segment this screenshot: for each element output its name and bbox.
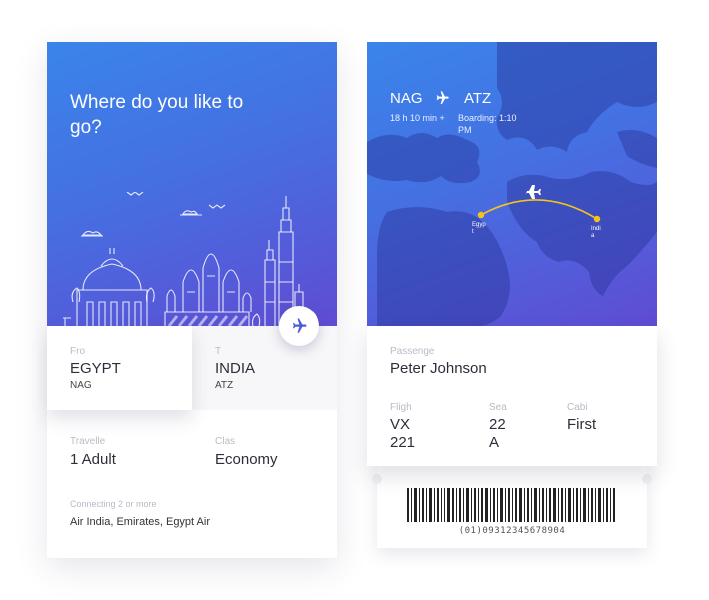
class-label: Clas (215, 436, 236, 447)
route-map: Egyp t Indi a NAG ATZ 18 h 10 min + Boar… (367, 42, 657, 326)
search-hero: Where do you like to go? (47, 42, 337, 326)
flight-label: Fligh (390, 402, 412, 413)
search-options: Travelle 1 Adult Clas Economy Connecting… (47, 410, 337, 558)
flight-search-card: Where do you like to go? Fro EGYPT NAG T… (47, 42, 337, 558)
map-destination-label: Indi a (591, 226, 601, 239)
passenger-name: Peter Johnson (390, 360, 487, 377)
world-map (367, 42, 657, 326)
barcode-number: (01)09312345678904 (458, 526, 566, 536)
passenger-details: Passenge Peter Johnson Fligh VX 221 Sea … (367, 326, 657, 466)
to-selector[interactable]: T INDIA ATZ (192, 326, 337, 410)
to-code: ATZ (215, 380, 234, 391)
seat-number: 22 A (489, 416, 506, 451)
airplane-icon (436, 91, 449, 104)
from-selector[interactable]: Fro EGYPT NAG (47, 326, 192, 410)
ticket-notch-left (372, 474, 382, 484)
class-value: Economy (215, 451, 278, 468)
to-label: T (215, 346, 222, 357)
boarding-pass-card: Egyp t Indi a NAG ATZ 18 h 10 min + Boar… (367, 42, 657, 558)
search-title: Where do you like to go? (70, 92, 244, 138)
travellers-label: Travelle (70, 436, 106, 447)
origin-code: NAG (390, 90, 423, 107)
swap-route-button[interactable] (279, 306, 319, 346)
ticket-notch-right (642, 474, 652, 484)
barcode (407, 488, 615, 522)
seat-label: Sea (489, 402, 507, 413)
destination-code: ATZ (464, 90, 492, 107)
from-city: EGYPT (70, 360, 121, 377)
passenger-label: Passenge (390, 346, 435, 357)
from-label: Fro (70, 346, 85, 357)
flight-duration: 18 h 10 min + (390, 113, 445, 123)
airplane-icon (293, 318, 307, 333)
to-city: INDIA (215, 360, 256, 377)
flight-number: VX 221 (390, 416, 416, 451)
boarding-time: Boarding: 1:10 PM (458, 113, 517, 135)
map-origin-label: Egyp t (472, 222, 486, 235)
cabin-class: First (567, 416, 597, 433)
barcode-stub: (01)09312345678904 (372, 466, 652, 548)
connecting-label: Connecting 2 or more (70, 499, 157, 509)
connecting-value: Air India, Emirates, Egypt Air (70, 516, 210, 528)
travellers-value: 1 Adult (70, 451, 116, 468)
from-code: NAG (70, 380, 92, 391)
cabin-label: Cabi (567, 402, 588, 413)
